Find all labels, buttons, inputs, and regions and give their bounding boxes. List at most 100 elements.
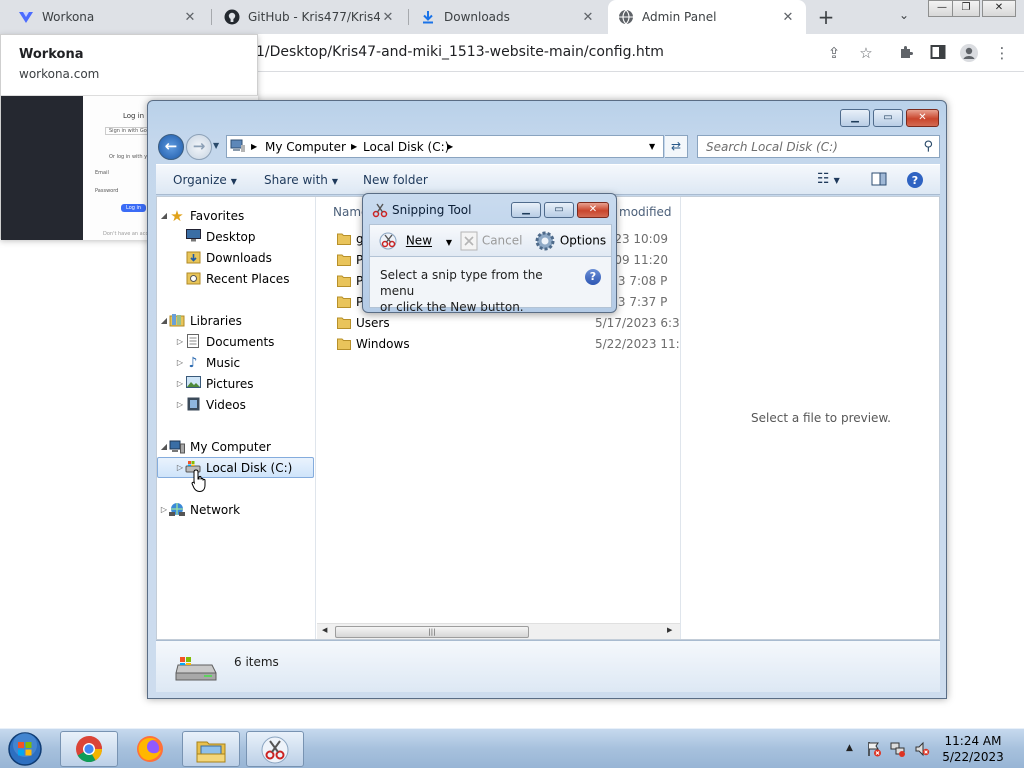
star-icon: ★ — [170, 206, 184, 225]
show-hidden-icons-arrow-icon[interactable]: ▲ — [846, 743, 853, 753]
restore-button[interactable]: ❐ — [952, 0, 980, 17]
github-icon — [224, 9, 240, 25]
dropdown-caret-icon: ▼ — [331, 177, 339, 186]
taskbar-firefox[interactable] — [122, 731, 180, 767]
tab-close-icon[interactable]: ✕ — [182, 10, 198, 25]
thumbnail-title: Log in — [123, 112, 145, 120]
explorer-maximize-button[interactable]: ▭ — [873, 109, 903, 127]
collapse-arrow-icon: ▷ — [176, 337, 184, 346]
nav-libraries[interactable]: ◢ Libraries — [157, 310, 315, 331]
file-row[interactable]: Users 5/17/2023 6:39 P — [317, 313, 680, 334]
nav-local-disk[interactable]: ▷ Local Disk (C:) — [157, 457, 314, 478]
explorer-minimize-button[interactable]: ▁ — [840, 109, 870, 127]
system-clock[interactable]: 11:24 AM 5/22/2023 — [932, 733, 1014, 765]
breadcrumb-my-computer[interactable]: My Computer — [265, 140, 346, 154]
nav-pictures[interactable]: ▷ Pictures — [175, 373, 315, 394]
share-with-button[interactable]: Share with ▼ — [264, 173, 338, 187]
tab-downloads[interactable]: Downloads ✕ — [410, 0, 606, 34]
search-placeholder: Search Local Disk (C:) — [706, 140, 838, 154]
column-header-date-modified[interactable]: modified — [619, 205, 672, 219]
tab-close-icon[interactable]: ✕ — [380, 10, 396, 25]
chrome-icon — [76, 736, 103, 763]
share-icon[interactable]: ⇪ — [825, 44, 843, 62]
network-tray-icon[interactable] — [890, 741, 906, 760]
new-folder-button[interactable]: New folder — [363, 173, 428, 187]
new-tab-button[interactable]: + — [815, 6, 837, 28]
tab-workona[interactable]: Workona ✕ — [8, 0, 208, 34]
action-center-flag-icon[interactable] — [866, 741, 882, 760]
dropdown-caret-icon: ▼ — [230, 177, 237, 186]
tab-admin-panel[interactable]: Admin Panel ✕ — [608, 0, 806, 34]
bookmark-star-icon[interactable]: ☆ — [857, 44, 875, 62]
navigation-row: ← → ▼ ▶ My Computer ▶ Local Disk (C:) ▶ … — [156, 132, 940, 160]
forward-arrow-icon[interactable]: → — [186, 134, 212, 160]
snip-minimize-button[interactable]: ▁ — [511, 202, 541, 218]
cancel-x-icon — [460, 231, 478, 251]
item-count: 6 items — [234, 655, 279, 669]
scroll-right-arrow-icon[interactable]: ▶ — [667, 626, 672, 634]
profile-avatar-icon[interactable] — [960, 44, 978, 62]
preview-pane-icon[interactable] — [871, 171, 887, 190]
menu-kebab-icon[interactable]: ⋮ — [993, 44, 1011, 62]
nav-favorites[interactable]: ◢ ★ Favorites — [157, 205, 315, 226]
folder-icon — [337, 338, 351, 350]
tab-search-chevron-icon[interactable]: ⌄ — [895, 8, 913, 26]
taskbar-chrome[interactable] — [60, 731, 118, 767]
organize-button[interactable]: Organize ▼ — [173, 173, 237, 187]
nav-desktop[interactable]: Desktop — [185, 226, 315, 247]
view-options-icon[interactable]: ☷ ▼ — [817, 171, 840, 187]
help-icon[interactable]: ? — [906, 171, 924, 192]
start-orb-icon[interactable] — [2, 731, 48, 767]
nav-recent-places[interactable]: Recent Places — [185, 268, 315, 289]
tab-close-icon[interactable]: ✕ — [580, 10, 596, 25]
explorer-close-button[interactable]: ✕ — [906, 109, 939, 127]
file-explorer-icon — [196, 741, 226, 763]
close-window-button[interactable]: ✕ — [982, 0, 1016, 17]
desktop-icon — [185, 228, 201, 245]
network-icon — [169, 502, 185, 518]
tab-github[interactable]: GitHub - Kris477/Kris47-a ✕ — [214, 0, 406, 34]
scrollbar-thumb[interactable]: ||| — [335, 626, 529, 638]
nav-downloads[interactable]: Downloads — [185, 247, 315, 268]
libraries-icon — [169, 313, 185, 329]
refresh-icon[interactable]: ⇄ — [665, 135, 688, 158]
clock-time: 11:24 AM — [944, 734, 1002, 748]
recent-pages-chevron-icon[interactable]: ▼ — [213, 141, 219, 150]
nav-network[interactable]: ▷ Network — [157, 499, 315, 520]
search-input[interactable]: Search Local Disk (C:) ⚲ — [697, 135, 940, 158]
snip-options-button[interactable]: Options — [534, 230, 606, 252]
address-dropdown-chevron-icon[interactable]: ▼ — [649, 142, 655, 151]
tab-close-icon[interactable]: ✕ — [780, 10, 796, 25]
snip-help-icon[interactable]: ? — [585, 269, 601, 285]
volume-muted-icon[interactable] — [914, 741, 930, 760]
explorer-window: ▁ ▭ ✕ ← → ▼ ▶ My Computer ▶ Local Disk (… — [147, 100, 947, 699]
nav-videos[interactable]: ▷ Videos — [175, 394, 315, 415]
computer-icon — [230, 139, 245, 152]
nav-my-computer[interactable]: ◢ My Computer — [157, 436, 315, 457]
snip-new-button[interactable]: New ▼ — [378, 230, 452, 252]
back-arrow-icon[interactable]: ← — [158, 134, 184, 160]
horizontal-scrollbar[interactable]: ◀ ||| ▶ — [317, 623, 680, 639]
nav-documents[interactable]: ▷ Documents — [175, 331, 315, 352]
address-bar[interactable]: ▶ My Computer ▶ Local Disk (C:) ▶ ▼ — [226, 135, 664, 158]
file-row[interactable]: Windows 5/22/2023 11:23 — [317, 334, 680, 355]
new-snip-scissors-icon — [379, 232, 397, 250]
nav-music[interactable]: ▷ ♪ Music — [175, 352, 315, 373]
snip-cancel-button[interactable]: Cancel — [460, 230, 522, 252]
scroll-left-arrow-icon[interactable]: ◀ — [322, 626, 327, 634]
new-snip-dropdown-caret-icon[interactable]: ▼ — [446, 238, 452, 247]
taskbar-snipping-tool[interactable] — [246, 731, 304, 767]
tab-label: GitHub - Kris477/Kris47-a — [248, 10, 380, 24]
side-panel-icon[interactable] — [929, 44, 947, 62]
snip-close-button[interactable]: ✕ — [577, 202, 609, 218]
preview-pane: Select a file to preview. — [680, 197, 939, 639]
expand-arrow-icon: ◢ — [160, 442, 168, 451]
snip-maximize-button[interactable]: ▭ — [544, 202, 574, 218]
breadcrumb-local-disk[interactable]: Local Disk (C:) — [363, 140, 449, 154]
taskbar-explorer[interactable] — [182, 731, 240, 767]
search-icon[interactable]: ⚲ — [923, 139, 933, 154]
breadcrumb-separator-icon: ▶ — [351, 142, 358, 151]
extensions-puzzle-icon[interactable] — [897, 44, 915, 62]
tab-label: Workona — [42, 10, 95, 24]
url-bar-text[interactable]: 1/Desktop/Kris47-and-miki_1513-website-m… — [256, 44, 664, 60]
